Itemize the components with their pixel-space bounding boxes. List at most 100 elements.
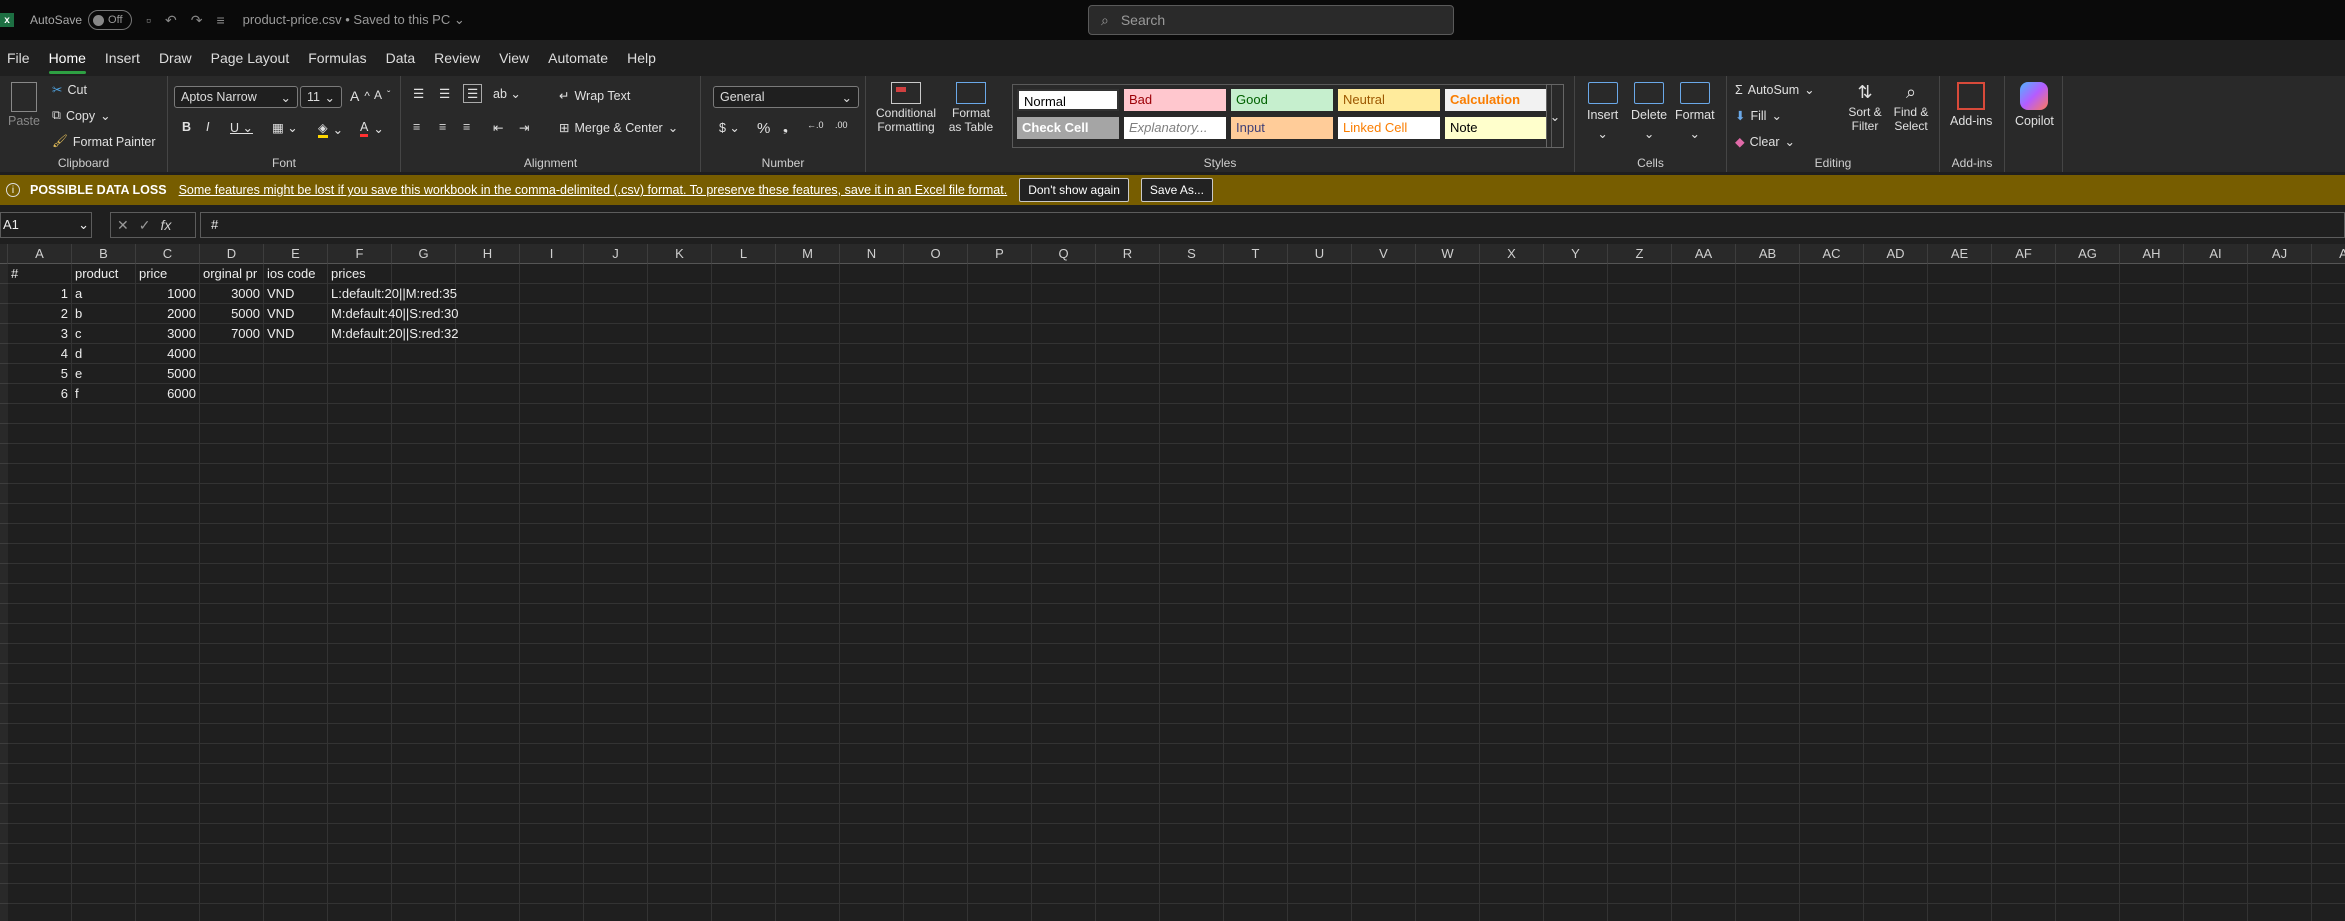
- row-header[interactable]: [0, 544, 8, 564]
- column-header-a[interactable]: A: [8, 244, 72, 264]
- cell-d1[interactable]: orginal pr: [203, 264, 264, 284]
- percent-icon[interactable]: %: [757, 120, 770, 137]
- sort-filter-button[interactable]: ⇅ Sort & Filter: [1845, 82, 1885, 133]
- top-align-icon[interactable]: ☰: [413, 86, 424, 101]
- row-header[interactable]: [0, 384, 8, 404]
- customize-toolbar-icon[interactable]: ≡: [216, 12, 224, 28]
- underline-button[interactable]: U ⌄: [230, 120, 253, 135]
- cell-f2[interactable]: L:default:20||M:red:35: [331, 284, 523, 304]
- menu-data[interactable]: Data: [386, 45, 416, 73]
- column-header-i[interactable]: I: [520, 244, 584, 264]
- middle-align-icon[interactable]: ☰: [439, 86, 450, 101]
- column-header-b[interactable]: B: [72, 244, 136, 264]
- file-name[interactable]: product-price.csv • Saved to this PC ⌄: [243, 12, 465, 28]
- column-header-e[interactable]: E: [264, 244, 328, 264]
- undo-icon[interactable]: ↶: [165, 12, 177, 29]
- menu-formulas[interactable]: Formulas: [308, 45, 366, 73]
- column-header-ad[interactable]: AD: [1864, 244, 1928, 264]
- insert-button[interactable]: Insert ⌄: [1587, 82, 1618, 141]
- cell-e1[interactable]: ios code: [267, 264, 328, 284]
- column-header-ag[interactable]: AG: [2056, 244, 2120, 264]
- menu-home[interactable]: Home: [48, 45, 87, 74]
- save-as-button[interactable]: Save As...: [1140, 178, 1213, 202]
- bold-button[interactable]: B: [182, 120, 191, 134]
- copy-button[interactable]: ⧉ Copy ⌄: [52, 108, 111, 123]
- column-header-ae[interactable]: AE: [1928, 244, 1992, 264]
- cell-d4[interactable]: 7000: [202, 324, 260, 344]
- menu-review[interactable]: Review: [434, 45, 480, 73]
- column-header-f[interactable]: F: [328, 244, 392, 264]
- column-header-aj[interactable]: AJ: [2248, 244, 2312, 264]
- row-header[interactable]: [0, 704, 8, 724]
- align-right-icon[interactable]: ≡: [463, 120, 470, 134]
- fx-icon[interactable]: fx: [160, 217, 171, 233]
- cell-a3[interactable]: 2: [10, 304, 68, 324]
- cell-e4[interactable]: VND: [267, 324, 328, 344]
- column-header-g[interactable]: G: [392, 244, 456, 264]
- menu-page-layout[interactable]: Page Layout: [211, 45, 290, 73]
- row-header[interactable]: [0, 884, 8, 904]
- increase-decimal-icon[interactable]: ←.0: [807, 120, 824, 130]
- copilot-button[interactable]: Copilot: [2015, 82, 2054, 128]
- row-header[interactable]: [0, 804, 8, 824]
- row-header[interactable]: [0, 784, 8, 804]
- style-neutral[interactable]: Neutral: [1338, 89, 1440, 111]
- font-family-select[interactable]: Aptos Narrow ⌄: [174, 86, 298, 108]
- column-header-c[interactable]: C: [136, 244, 200, 264]
- column-header-h[interactable]: H: [456, 244, 520, 264]
- row-header[interactable]: [0, 904, 8, 921]
- style-good[interactable]: Good: [1231, 89, 1333, 111]
- row-header[interactable]: [0, 524, 8, 544]
- row-header[interactable]: [0, 564, 8, 584]
- menu-file[interactable]: File: [7, 45, 30, 73]
- font-color-icon[interactable]: A ⌄: [360, 120, 384, 137]
- cell-c3[interactable]: 2000: [138, 304, 196, 324]
- column-header-k[interactable]: K: [648, 244, 712, 264]
- column-header-aa[interactable]: AA: [1672, 244, 1736, 264]
- merge-center-button[interactable]: ⊞ Merge & Center ⌄: [559, 120, 678, 136]
- wrap-text-button[interactable]: ↵ Wrap Text: [559, 88, 630, 104]
- align-center-icon[interactable]: ≡: [439, 120, 446, 134]
- currency-icon[interactable]: $ ⌄: [719, 120, 740, 135]
- row-header[interactable]: [0, 484, 8, 504]
- decrease-indent-icon[interactable]: ⇤: [493, 120, 503, 135]
- row-header[interactable]: [0, 504, 8, 524]
- column-header-m[interactable]: M: [776, 244, 840, 264]
- row-header[interactable]: [0, 644, 8, 664]
- format-button[interactable]: Format ⌄: [1675, 82, 1715, 141]
- column-header-w[interactable]: W: [1416, 244, 1480, 264]
- style-check-cell[interactable]: Check Cell: [1017, 117, 1119, 139]
- column-header-p[interactable]: P: [968, 244, 1032, 264]
- row-header[interactable]: [0, 844, 8, 864]
- cell-b7[interactable]: f: [75, 384, 136, 404]
- column-header-q[interactable]: Q: [1032, 244, 1096, 264]
- column-header-t[interactable]: T: [1224, 244, 1288, 264]
- row-header[interactable]: [0, 404, 8, 424]
- autosum-button[interactable]: Σ AutoSum ⌄: [1735, 82, 1815, 98]
- name-box[interactable]: A1 ⌄: [0, 212, 92, 238]
- row-header[interactable]: [0, 304, 8, 324]
- row-header[interactable]: [0, 264, 8, 284]
- delete-button[interactable]: Delete ⌄: [1631, 82, 1667, 141]
- addins-button[interactable]: Add-ins: [1950, 82, 1992, 128]
- spreadsheet-grid[interactable]: A B C D E F G H I J K L M N O P Q R S T U V W X Y Z AA AB AC AD AE AF AG…: [0, 244, 2345, 921]
- align-left-icon[interactable]: ≡: [413, 120, 420, 134]
- style-linked-cell[interactable]: Linked Cell: [1338, 117, 1440, 139]
- column-header-v[interactable]: V: [1352, 244, 1416, 264]
- number-format-select[interactable]: General ⌄: [713, 86, 859, 108]
- fill-color-icon[interactable]: ◈ ⌄: [318, 120, 343, 138]
- borders-icon[interactable]: ▦ ⌄: [272, 120, 298, 135]
- cell-a2[interactable]: 1: [10, 284, 68, 304]
- format-as-table-button[interactable]: Format as Table: [946, 82, 996, 134]
- style-normal[interactable]: Normal: [1017, 89, 1119, 111]
- cell-c7[interactable]: 6000: [138, 384, 196, 404]
- row-header[interactable]: [0, 424, 8, 444]
- cell-c2[interactable]: 1000: [138, 284, 196, 304]
- column-header-x[interactable]: X: [1480, 244, 1544, 264]
- cell-c6[interactable]: 5000: [138, 364, 196, 384]
- cell-d3[interactable]: 5000: [202, 304, 260, 324]
- paste-button[interactable]: Paste: [8, 82, 40, 128]
- column-header-o[interactable]: O: [904, 244, 968, 264]
- cell-a1[interactable]: #: [11, 264, 72, 284]
- cell-f4[interactable]: M:default:20||S:red:32: [331, 324, 523, 344]
